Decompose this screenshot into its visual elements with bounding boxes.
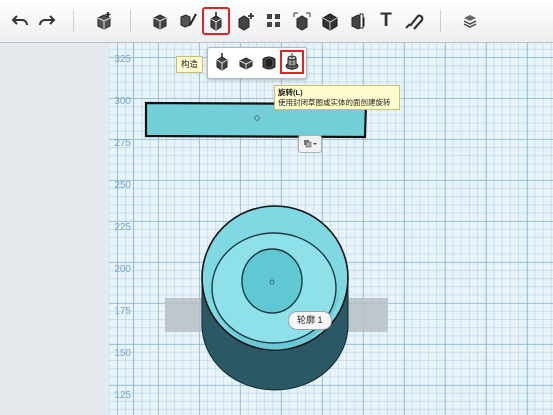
- tooltip-title: 旋转(L): [278, 88, 303, 97]
- loft-icon[interactable]: [259, 52, 279, 72]
- sweep-icon[interactable]: [236, 52, 256, 72]
- context-menu-button[interactable]: [298, 135, 322, 153]
- construct-label: 构造: [176, 56, 204, 73]
- revolve-icon[interactable]: [280, 50, 304, 74]
- revolve-tooltip: 旋转(L) 使用封闭草图或实体的面创建旋转: [274, 85, 400, 110]
- profile-label[interactable]: 轮廓 1: [288, 311, 332, 330]
- construct-submenu: [207, 47, 307, 79]
- inner-boss: [241, 248, 303, 314]
- extrude-icon[interactable]: [212, 52, 232, 72]
- tooltip-description: 使用封闭草图或实体的面创建旋转: [278, 98, 391, 107]
